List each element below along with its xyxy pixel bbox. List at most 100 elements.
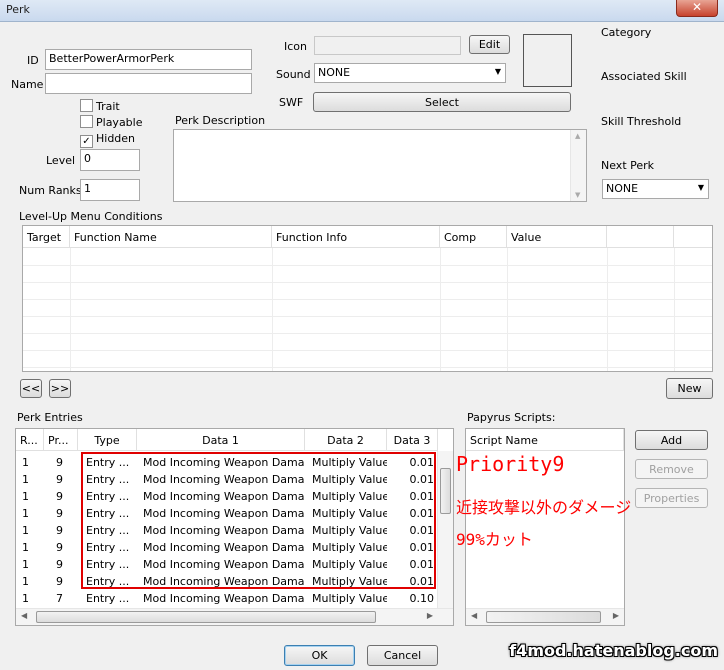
trait-checkbox-box[interactable] — [80, 99, 93, 112]
table-cell: 9 — [56, 490, 63, 503]
icon-label: Icon — [284, 40, 307, 53]
next-perk-select[interactable]: NONE ▼ — [602, 179, 709, 199]
table-cell: 1 — [22, 507, 29, 520]
col-comp[interactable]: Comp — [440, 226, 507, 248]
playable-checkbox[interactable]: Playable — [80, 115, 143, 129]
papyrus-scroll-thumb[interactable] — [486, 611, 601, 623]
col-value[interactable]: Value — [507, 226, 607, 248]
sound-select[interactable]: NONE ▼ — [314, 63, 506, 83]
swf-label: SWF — [279, 96, 304, 109]
playable-checkbox-box[interactable] — [80, 115, 93, 128]
table-cell: 9 — [56, 524, 63, 537]
table-cell: 9 — [56, 541, 63, 554]
grid-col-line — [674, 248, 675, 371]
level-input[interactable]: 0 — [80, 149, 140, 171]
scroll-left-icon: ◀ — [21, 611, 28, 620]
table-cell: 1 — [22, 592, 29, 605]
table-cell: 9 — [56, 456, 63, 469]
next-perk-value: NONE — [606, 182, 639, 195]
hidden-label: Hidden — [96, 132, 136, 145]
properties-button[interactable]: Properties — [635, 488, 708, 508]
entries-scroll-thumb-h[interactable] — [36, 611, 376, 623]
id-label: ID — [27, 54, 39, 67]
grid-col-line — [507, 248, 508, 371]
trait-checkbox[interactable]: Trait — [80, 99, 120, 113]
close-icon: ✕ — [691, 0, 703, 14]
table-cell: 1 — [22, 524, 29, 537]
table-row[interactable]: 1 7 Entry ... Mod Incoming Weapon Damage Mul… — [16, 590, 453, 607]
level-label: Level — [46, 154, 76, 167]
scroll-left-icon: ◀ — [471, 611, 478, 620]
entries-scroll-thumb[interactable] — [440, 468, 451, 514]
select-swf-button[interactable]: Select — [313, 92, 571, 112]
table-cell: 1 — [22, 575, 29, 588]
table-cell: Entry ... — [86, 592, 130, 605]
col-extra-1 — [607, 226, 674, 248]
cancel-button[interactable]: Cancel — [367, 645, 438, 666]
col-type[interactable]: Type — [78, 429, 137, 451]
col-rank[interactable]: R... — [16, 429, 44, 451]
table-cell: Multiply Value — [312, 592, 387, 605]
new-condition-button[interactable]: New — [666, 378, 713, 399]
col-function-name[interactable]: Function Name — [70, 226, 272, 248]
papyrus-label: Papyrus Scripts: — [467, 411, 556, 424]
close-button[interactable]: ✕ — [676, 0, 718, 17]
chevron-down-icon: ▼ — [697, 183, 704, 192]
col-data2[interactable]: Data 2 — [305, 429, 387, 451]
description-scrollbar[interactable]: ▲ ▼ — [570, 130, 586, 201]
table-cell: 1 — [22, 541, 29, 554]
col-data3[interactable]: Data 3 — [387, 429, 438, 451]
annotation-description: 近接攻撃以外のダメージ — [456, 498, 632, 517]
associated-skill-label: Associated Skill — [601, 70, 687, 83]
col-function-info[interactable]: Function Info — [272, 226, 440, 248]
add-script-button[interactable]: Add — [635, 430, 708, 450]
table-cell: 0.10 — [409, 592, 435, 605]
window-title: Perk — [6, 3, 30, 16]
conditions-label: Level-Up Menu Conditions — [19, 210, 163, 223]
edit-icon-button[interactable]: Edit — [469, 35, 510, 54]
checkmark-icon[interactable]: ✓ — [80, 135, 93, 148]
grid-row-line — [23, 299, 712, 300]
annotation-priority: Priority9 — [456, 452, 565, 476]
col-target[interactable]: Target — [23, 226, 70, 248]
grid-row-line — [23, 316, 712, 317]
grid-row-line — [23, 350, 712, 351]
entries-scrollbar-h[interactable]: ◀ ▶ — [16, 608, 453, 625]
col-script-name[interactable]: Script Name — [466, 429, 624, 451]
table-cell: 9 — [56, 507, 63, 520]
grid-col-line — [70, 248, 71, 371]
name-label: Name — [11, 78, 44, 91]
ok-button[interactable]: OK — [284, 645, 355, 666]
annotation-reduction: 99%カット — [456, 530, 533, 549]
perk-description-label: Perk Description — [175, 114, 266, 127]
highlight-box — [81, 452, 436, 589]
num-ranks-input[interactable]: 1 — [80, 179, 140, 201]
table-cell: 9 — [56, 473, 63, 486]
conditions-table[interactable]: Target Function Name Function Info Comp … — [22, 225, 713, 372]
grid-col-line — [440, 248, 441, 371]
hidden-checkbox[interactable]: ✓ Hidden — [80, 132, 135, 148]
title-bar: Perk ✕ — [0, 0, 724, 22]
entries-scrollbar-v[interactable] — [437, 451, 453, 609]
icon-input — [314, 36, 461, 55]
table-cell: 7 — [56, 592, 63, 605]
icon-preview — [523, 34, 572, 87]
papyrus-scrollbar-h[interactable]: ◀ ▶ — [466, 608, 624, 625]
grid-row-line — [23, 367, 712, 368]
table-cell: 1 — [22, 558, 29, 571]
table-cell: 1 — [22, 456, 29, 469]
num-ranks-label: Num Ranks — [19, 184, 82, 197]
remove-script-button[interactable]: Remove — [635, 459, 708, 479]
col-data1[interactable]: Data 1 — [137, 429, 305, 451]
col-priority[interactable]: Pr... — [44, 429, 78, 451]
id-input[interactable]: BetterPowerArmorPerk — [45, 49, 252, 70]
table-cell: Mod Incoming Weapon Damage — [143, 592, 305, 605]
grid-col-line — [272, 248, 273, 371]
scroll-down-icon: ▼ — [575, 191, 581, 199]
prev-condition-button[interactable]: << — [20, 379, 42, 398]
scroll-right-icon: ▶ — [612, 611, 619, 620]
next-condition-button[interactable]: >> — [49, 379, 71, 398]
scroll-up-icon: ▲ — [575, 132, 581, 140]
perk-description-input[interactable]: ▲ ▼ — [173, 129, 587, 202]
name-input[interactable] — [45, 73, 252, 94]
